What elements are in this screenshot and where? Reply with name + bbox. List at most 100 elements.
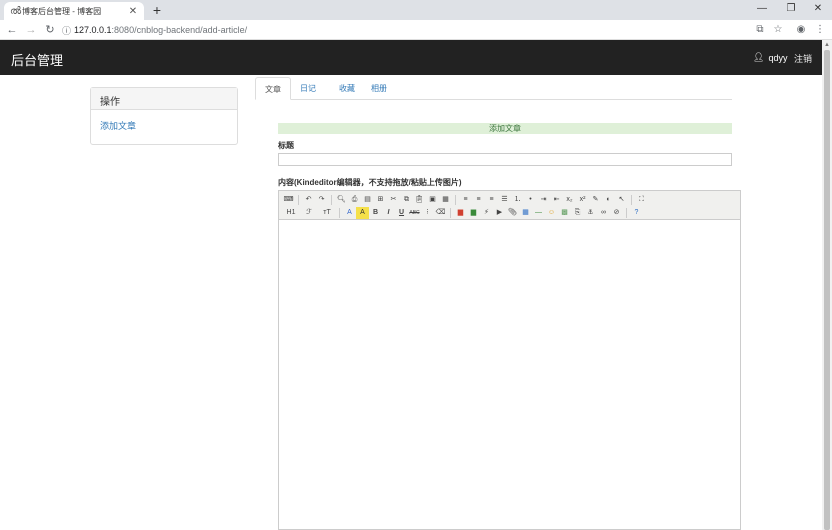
fullscreen-icon[interactable]: ⛶ <box>635 194 648 206</box>
close-window-icon[interactable]: ✕ <box>804 0 832 20</box>
address-bar[interactable]: ⓘ 127.0.0.1:8080/cnblog-backend/add-arti… <box>62 22 770 38</box>
panel-heading: 操作 <box>91 88 237 110</box>
editor-content-area[interactable] <box>279 220 740 529</box>
underline-icon[interactable]: U <box>395 207 408 219</box>
cut-icon[interactable]: ✂ <box>387 194 400 206</box>
tab-article[interactable]: 文章 <box>255 77 291 100</box>
minimize-icon[interactable]: — <box>748 0 776 20</box>
align-left-icon[interactable]: ≡ <box>459 194 472 206</box>
copy-icon[interactable]: ⧉ <box>400 194 413 206</box>
flash-icon[interactable]: ⚡ <box>480 207 493 219</box>
table-icon[interactable]: ▦ <box>519 207 532 219</box>
source-code-icon[interactable]: ⌨ <box>282 194 295 206</box>
redo-icon[interactable]: ↷ <box>315 194 328 206</box>
print-icon[interactable]: ⎙ <box>348 194 361 206</box>
add-article-link[interactable]: 添加文章 <box>100 121 136 131</box>
browser-tab[interactable]: ൽ 博客后台管理 - 博客园 ✕ <box>4 2 144 20</box>
ordered-list-icon[interactable]: ⒈ <box>511 194 524 206</box>
page-scrollbar[interactable]: ▲ <box>822 40 832 530</box>
forecolor-icon[interactable]: A <box>343 207 356 219</box>
insert-file-icon[interactable]: 📎︎ <box>506 207 519 219</box>
clear-format-icon[interactable]: ✎ <box>589 194 602 206</box>
new-tab-icon[interactable]: + <box>150 2 164 18</box>
browser-toolbar: ← → ↻ ⓘ 127.0.0.1:8080/cnblog-backend/ad… <box>0 20 832 40</box>
line-height-icon[interactable]: ⁝ <box>421 207 434 219</box>
horizontal-rule-icon[interactable]: ― <box>532 207 545 219</box>
strikethrough-icon[interactable]: ABC <box>408 207 421 219</box>
content-label: 内容(Kindeditor编辑器，不支持拖放/粘贴上传图片) <box>278 178 462 187</box>
help-icon[interactable]: ? <box>630 207 643 219</box>
toolbar-divider <box>450 207 451 218</box>
kindeditor: ⌨ ↶ ↷ 🔍︎ ⎙ ▤ ⊞ ✂ ⧉ 📋︎ ▣ ▦ ≡ ≡ ≡ ☰ ⒈ • ⇥ … <box>278 190 741 530</box>
browser-tab-title: 博客后台管理 - 博客园 <box>22 6 102 16</box>
title-input[interactable] <box>278 153 732 166</box>
baidu-map-icon[interactable]: ▩ <box>558 207 571 219</box>
template-icon[interactable]: ▤ <box>361 194 374 206</box>
unlink-icon[interactable]: ⊘ <box>610 207 623 219</box>
media-icon[interactable]: ▶ <box>493 207 506 219</box>
logout-link[interactable]: 注销 <box>794 52 812 65</box>
content-tabs: 文章 日记 收藏 相册 <box>255 77 732 100</box>
editor-toolbar: ⌨ ↶ ↷ 🔍︎ ⎙ ▤ ⊞ ✂ ⧉ 📋︎ ▣ ▦ ≡ ≡ ≡ ☰ ⒈ • ⇥ … <box>279 191 740 220</box>
italic-icon[interactable]: I <box>382 207 395 219</box>
outdent-icon[interactable]: ⇤ <box>550 194 563 206</box>
scrollbar-thumb[interactable] <box>824 50 830 530</box>
remove-format-icon[interactable]: ⌫ <box>434 207 447 219</box>
font-size-icon[interactable]: тT <box>318 207 336 219</box>
username: qdyy <box>768 52 788 63</box>
image-icon[interactable]: ▆ <box>454 207 467 219</box>
superscript-icon[interactable]: x² <box>576 194 589 206</box>
paste-plain-icon[interactable]: ▣ <box>426 194 439 206</box>
heading-icon[interactable]: H1 <box>282 207 300 219</box>
back-icon[interactable]: ← <box>4 22 20 38</box>
account-icon[interactable]: ◉ <box>793 22 809 38</box>
unordered-list-icon[interactable]: • <box>524 194 537 206</box>
scroll-up-icon[interactable]: ▲ <box>822 40 832 50</box>
anchor-icon[interactable]: ⚓ <box>584 207 597 219</box>
select-all-icon[interactable]: ↖ <box>615 194 628 206</box>
translate-icon[interactable]: ⧉ <box>752 22 768 38</box>
toolbar-divider <box>626 207 627 218</box>
link-icon[interactable]: ∞ <box>597 207 610 219</box>
browser-tabstrip: ൽ 博客后台管理 - 博客园 ✕ + — ❐ ✕ <box>0 0 832 20</box>
star-icon[interactable]: ☆ <box>770 22 786 38</box>
paste-icon[interactable]: 📋︎ <box>413 194 426 206</box>
font-family-icon[interactable]: ℱ <box>300 207 318 219</box>
add-article-banner: 添加文章 <box>278 123 732 134</box>
align-center-icon[interactable]: ≡ <box>472 194 485 206</box>
undo-icon[interactable]: ↶ <box>302 194 315 206</box>
close-tab-icon[interactable]: ✕ <box>128 6 138 17</box>
top-navbar: 后台管理 👤︎ qdyy 注销 <box>0 40 822 75</box>
pagebreak-icon[interactable]: ⎘ <box>571 207 584 219</box>
url-path: :8080/cnblog-backend/add-article/ <box>111 25 248 35</box>
page-content: 后台管理 👤︎ qdyy 注销 操作 添加文章 文章 日记 收藏 相册 添加文章… <box>0 40 822 530</box>
emoticons-icon[interactable]: ☺ <box>545 207 558 219</box>
quickformat-icon[interactable]: ◐ <box>602 194 615 206</box>
title-label: 标题 <box>278 141 294 150</box>
multi-image-icon[interactable]: ▆ <box>467 207 480 219</box>
brand-title[interactable]: 后台管理 <box>11 50 63 69</box>
user-menu[interactable]: 👤︎ qdyy <box>753 52 787 63</box>
preview-icon[interactable]: 🔍︎ <box>335 194 348 206</box>
info-icon[interactable]: ⓘ <box>62 24 74 37</box>
url-host: 127.0.0.1 <box>74 25 112 35</box>
forward-icon[interactable]: → <box>23 22 39 38</box>
indent-icon[interactable]: ⇥ <box>537 194 550 206</box>
align-right-icon[interactable]: ≡ <box>485 194 498 206</box>
user-icon: 👤︎ <box>753 52 765 62</box>
tab-album[interactable]: 相册 <box>362 77 396 100</box>
bold-icon[interactable]: B <box>369 207 382 219</box>
maximize-icon[interactable]: ❐ <box>777 0 805 20</box>
paste-word-icon[interactable]: ▦ <box>439 194 452 206</box>
reload-icon[interactable]: ↻ <box>42 22 58 38</box>
align-justify-icon[interactable]: ☰ <box>498 194 511 206</box>
hilitecolor-icon[interactable]: A <box>356 206 369 219</box>
subscript-icon[interactable]: x₂ <box>563 194 576 206</box>
toolbar-divider <box>631 194 632 205</box>
toolbar-divider <box>455 194 456 205</box>
tab-favorites[interactable]: 收藏 <box>330 77 364 100</box>
toolbar-divider <box>339 207 340 218</box>
code-icon[interactable]: ⊞ <box>374 194 387 206</box>
tab-diary[interactable]: 日记 <box>291 77 325 100</box>
menu-icon[interactable]: ⋮ <box>812 22 828 38</box>
